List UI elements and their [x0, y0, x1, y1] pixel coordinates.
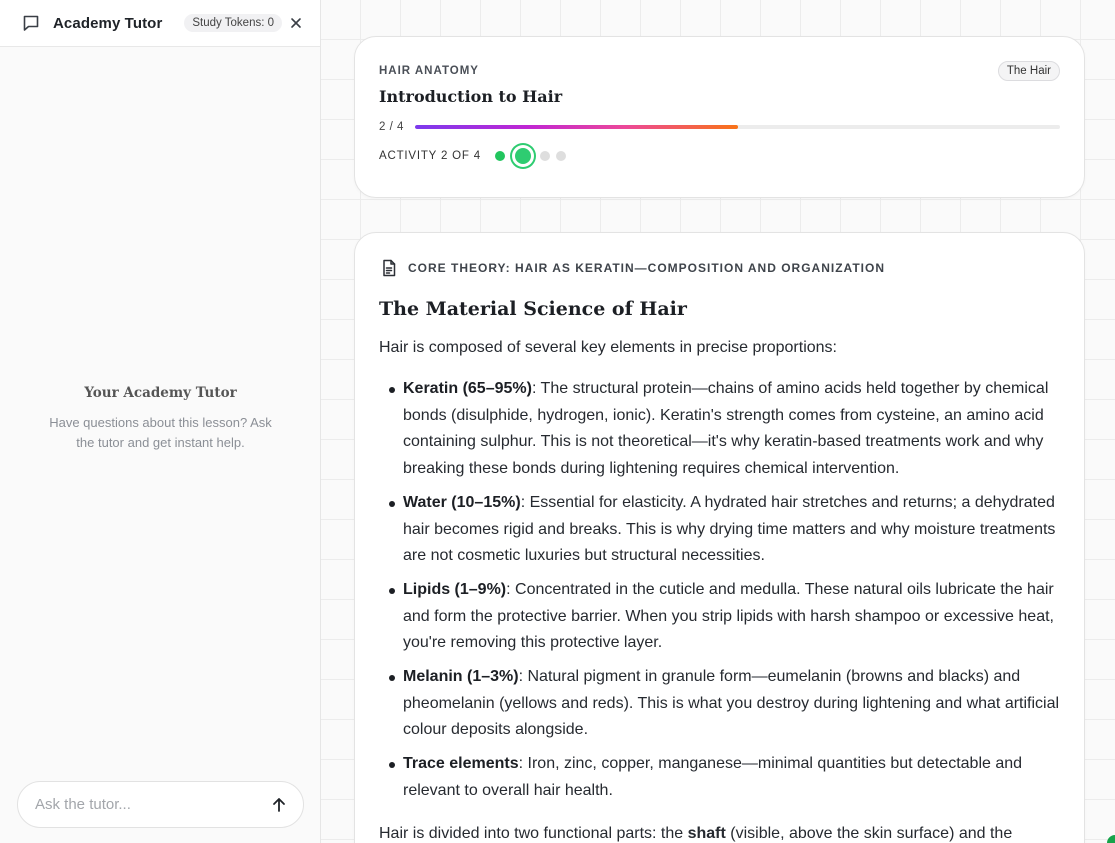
tutor-empty-description: Have questions about this lesson? Ask th…: [49, 415, 272, 450]
list-item-term: Keratin (65–95%): [403, 380, 532, 397]
activity-dot[interactable]: [494, 151, 505, 161]
lesson-header-card: HAIR ANATOMY The Hair Introduction to Ha…: [354, 36, 1085, 198]
lesson-canvas: HAIR ANATOMY The Hair Introduction to Ha…: [321, 0, 1115, 843]
list-item: Keratin (65–95%): The structural protein…: [379, 376, 1060, 483]
outro-start: Hair is divided into two functional part…: [379, 824, 688, 842]
list-item: Melanin (1–3%): Natural pigment in granu…: [379, 664, 1060, 744]
sidebar-title: Academy Tutor: [53, 14, 163, 32]
outro-end: (visible, above the skin surface) and th…: [725, 824, 1013, 842]
lesson-title: Introduction to Hair: [379, 87, 563, 106]
tutor-sidebar: Academy Tutor Study Tokens: 0 Your Acade…: [0, 0, 321, 843]
ask-tutor-box: [17, 781, 304, 828]
ask-tutor-input[interactable]: [35, 796, 267, 813]
content-intro: Hair is composed of several key elements…: [379, 339, 837, 356]
activity-dots: [494, 148, 572, 164]
content-title: The Material Science of Hair: [379, 298, 687, 320]
activity-dot[interactable]: [539, 151, 550, 161]
lesson-content-card: CORE THEORY: HAIR AS KERATIN—COMPOSITION…: [354, 232, 1085, 843]
study-tokens-badge: Study Tokens: 0: [184, 14, 283, 32]
lesson-module-label: HAIR ANATOMY: [379, 65, 479, 77]
list-item-term: Melanin (1–3%): [403, 668, 519, 686]
content-outro: Hair is divided into two functional part…: [379, 820, 1060, 843]
activity-indicator: ACTIVITY 2 OF 4: [379, 148, 1060, 164]
corner-accent: [1107, 835, 1115, 843]
close-sidebar-button[interactable]: [286, 13, 306, 33]
topic-badge: The Hair: [997, 61, 1060, 81]
list-item-term: Trace elements: [403, 755, 519, 773]
section-label: CORE THEORY: HAIR AS KERATIN—COMPOSITION…: [408, 261, 885, 275]
tutor-empty-title: Your Academy Tutor: [84, 385, 237, 401]
activity-dot[interactable]: [555, 151, 566, 161]
section-header: CORE THEORY: HAIR AS KERATIN—COMPOSITION…: [379, 258, 1060, 278]
list-item: Lipids (1–9%): Concentrated in the cutic…: [379, 577, 1060, 657]
list-item-term: Water (10–15%): [403, 493, 521, 511]
list-item: Water (10–15%): Essential for elasticity…: [379, 490, 1060, 570]
tutor-empty-state: Your Academy Tutor Have questions about …: [0, 385, 321, 453]
progress-label: 2 / 4: [379, 121, 404, 133]
lesson-progress: 2 / 4: [379, 121, 1060, 133]
activity-label: ACTIVITY 2 OF 4: [379, 150, 481, 162]
chat-bubble-icon: [22, 14, 40, 32]
outro-bold-term: shaft: [687, 824, 726, 842]
list-item-term: Lipids (1–9%): [403, 580, 507, 598]
send-button[interactable]: [267, 793, 291, 817]
sidebar-header: Academy Tutor Study Tokens: 0: [0, 0, 320, 47]
arrow-up-icon: [273, 797, 285, 812]
composition-list: Keratin (65–95%): The structural protein…: [379, 376, 1060, 805]
list-item: Trace elements: Iron, zinc, copper, mang…: [379, 751, 1060, 804]
document-icon: [379, 258, 399, 278]
progress-fill: [415, 125, 738, 129]
close-icon: [291, 18, 301, 28]
activity-dot-current[interactable]: [514, 148, 531, 164]
progress-track: [415, 125, 1060, 129]
